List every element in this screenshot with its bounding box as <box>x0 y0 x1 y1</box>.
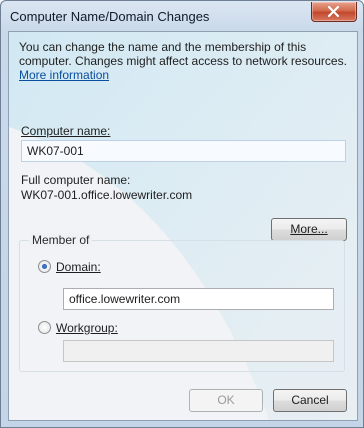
computer-name-label: Computer name: <box>21 124 111 138</box>
workgroup-label[interactable]: Workgroup: <box>56 321 118 335</box>
workgroup-radio[interactable] <box>38 321 51 334</box>
ok-button[interactable]: OK <box>189 389 263 412</box>
more-button[interactable]: More... <box>271 218 347 241</box>
workgroup-input[interactable] <box>63 340 334 362</box>
description: You can change the name and the membersh… <box>19 40 347 68</box>
close-icon <box>327 6 340 17</box>
window-title: Computer Name/Domain Changes <box>10 9 210 24</box>
member-of-legend: Member of <box>29 233 93 247</box>
full-computer-name-value: WK07-001.office.lowewriter.com <box>21 188 193 202</box>
computer-name-input[interactable]: WK07-001 <box>21 140 346 162</box>
dialog-content: You can change the name and the membersh… <box>8 31 358 421</box>
dialog-window: Computer Name/Domain Changes You can cha… <box>0 0 364 428</box>
domain-radio[interactable] <box>38 260 51 273</box>
domain-label[interactable]: Domain: <box>56 260 101 274</box>
close-button[interactable] <box>311 2 357 22</box>
domain-input[interactable]: office.lowewriter.com <box>63 288 334 310</box>
more-button-label: More... <box>290 222 328 236</box>
more-information-link[interactable]: More information <box>19 68 109 82</box>
description-text: You can change the name and the membersh… <box>19 40 349 82</box>
full-computer-name-label: Full computer name: <box>21 173 131 187</box>
title-bar[interactable]: Computer Name/Domain Changes <box>1 1 363 31</box>
cancel-button[interactable]: Cancel <box>273 389 347 412</box>
